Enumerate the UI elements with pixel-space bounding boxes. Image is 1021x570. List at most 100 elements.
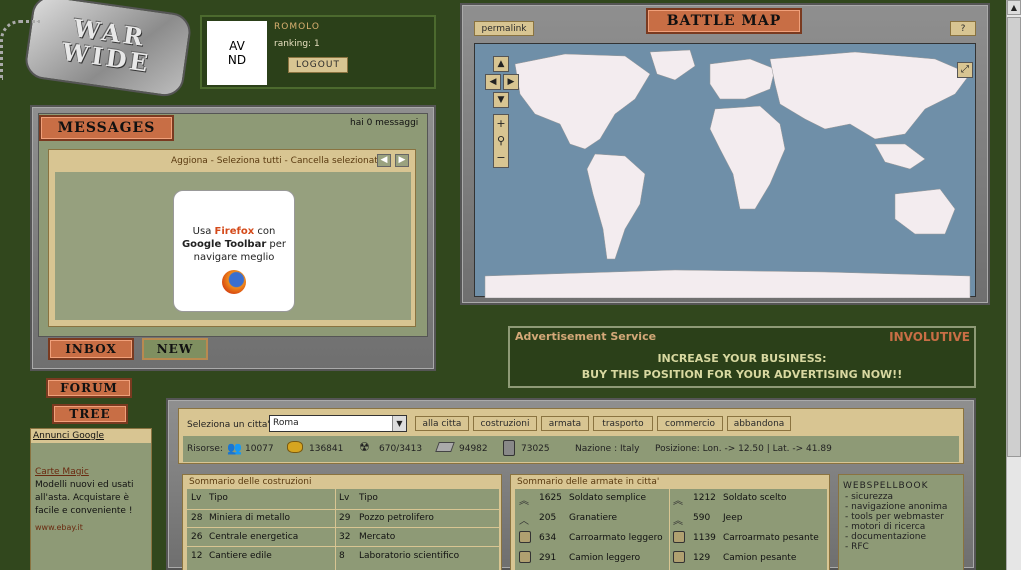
firefox-ad[interactable]: Usa Firefox con Google Toolbar per navig… [173, 190, 295, 312]
energy-icon: ☢ [359, 440, 370, 454]
select-all-link[interactable]: Seleziona tutti [217, 156, 282, 166]
city-button-armata[interactable]: armata [541, 416, 589, 431]
col-divider [669, 489, 670, 570]
resource-gold: 136841 [309, 444, 344, 454]
logout-button[interactable]: LOGOUT [288, 57, 348, 73]
webspell-link[interactable]: - navigazione anonima [845, 502, 947, 512]
battle-map-title: BATTLE MAP [646, 8, 802, 34]
city-button-alla-citta[interactable]: alla citta [415, 416, 469, 431]
army-count: 1212 [693, 493, 716, 503]
scroll-up-button[interactable]: ▲ [1007, 0, 1021, 15]
delete-selected-link[interactable]: Cancella selezionati [291, 156, 381, 166]
building-level: 28 [191, 513, 203, 523]
city-button-costruzioni[interactable]: costruzioni [473, 416, 537, 431]
building-level: 8 [339, 551, 345, 561]
ad-title-link[interactable]: Carte Magic [35, 467, 89, 477]
user-name: ROMOLO [274, 22, 320, 32]
inbox-button[interactable]: INBOX [48, 338, 134, 360]
pan-down-button[interactable]: ▼ [493, 92, 509, 108]
webspell-link[interactable]: - tools per webmaster [845, 512, 944, 522]
army-unit[interactable]: Jeep [723, 513, 742, 523]
google-ads: Annunci Google Carte Magic Modelli nuovi… [30, 428, 152, 570]
army-unit[interactable]: Carroarmato pesante [723, 533, 819, 543]
city-select-label: Seleziona un citta': [187, 420, 273, 430]
zoom-icon: ⚲ [496, 134, 506, 147]
permalink-button[interactable]: permalink [474, 21, 534, 36]
prev-page-button[interactable]: ◀ [377, 154, 391, 167]
forum-button[interactable]: FORUM [46, 378, 132, 398]
army-unit[interactable]: Camion leggero [569, 553, 640, 563]
ad-url[interactable]: www.ebay.it [35, 523, 83, 532]
building-level: 12 [191, 551, 203, 561]
webspell-link[interactable]: - motori di ricerca [845, 522, 925, 532]
continent-southeast-asia [874, 143, 926, 170]
building-type[interactable]: Laboratorio scientifico [359, 551, 459, 561]
resource-energy: 670/3413 [379, 444, 423, 454]
pan-left-button[interactable]: ◀ [485, 74, 501, 90]
resource-oil: 73025 [521, 444, 550, 454]
user-panel: AV ND ROMOLO ranking: 1 LOGOUT [200, 15, 436, 89]
army-unit[interactable]: Soldato scelto [723, 493, 787, 503]
refresh-link[interactable]: Aggiona [171, 156, 208, 166]
webspell-link[interactable]: - RFC [845, 542, 869, 552]
building-type[interactable]: Centrale energetica [209, 532, 298, 542]
scroll-thumb[interactable] [1007, 17, 1021, 457]
city-button-trasporto[interactable]: trasporto [593, 416, 653, 431]
buildings-header-tipo: Tipo [209, 493, 228, 503]
army-unit[interactable]: Soldato semplice [569, 493, 646, 503]
army-unit[interactable]: Carroarmato leggero [569, 533, 663, 543]
army-count: 205 [539, 513, 557, 523]
pan-right-button[interactable]: ▶ [503, 74, 519, 90]
rank-chevron-icon: ︽ [519, 496, 529, 507]
new-button[interactable]: NEW [142, 338, 208, 360]
resource-metal: 94982 [459, 444, 488, 454]
pan-up-button[interactable]: ▲ [493, 56, 509, 72]
help-button[interactable]: ? [950, 21, 976, 36]
ad-service-title: Advertisement Service [515, 330, 657, 343]
continent-asia [769, 51, 971, 140]
world-map[interactable]: ▲ ◀ ▶ ▼ + ⚲ − ⤢ [474, 43, 976, 299]
population-icon: 👥 [227, 441, 242, 455]
continent-north-america [514, 53, 651, 150]
buildings-header-tipo: Tipo [359, 493, 378, 503]
fullscreen-icon[interactable]: ⤢ [957, 62, 973, 78]
building-type[interactable]: Pozzo petrolifero [359, 513, 434, 523]
avatar-line2: ND [227, 53, 247, 67]
ad-text: Usa [192, 226, 215, 237]
zoom-out-button[interactable]: − [494, 149, 508, 166]
oil-barrel-icon [503, 440, 515, 456]
tree-button[interactable]: TREE [52, 404, 128, 424]
continent-south-america [586, 153, 646, 260]
zoom-in-button[interactable]: + [494, 115, 508, 132]
rank-badge-icon [673, 551, 685, 563]
next-page-button[interactable]: ▶ [395, 154, 409, 167]
building-type[interactable]: Cantiere edile [209, 551, 272, 561]
city-panel: Seleziona un citta': Roma ▼ alla citta c… [166, 398, 976, 570]
ad-service[interactable]: Advertisement Service INVOLUTIVE INCREAS… [508, 326, 976, 388]
army-unit[interactable]: Granatiere [569, 513, 617, 523]
building-type[interactable]: Miniera di metallo [209, 513, 290, 523]
army-unit[interactable]: Camion pesante [723, 553, 796, 563]
webspell-link[interactable]: - sicurezza [845, 492, 893, 502]
city-select-value: Roma [273, 418, 299, 428]
city-button-commercio[interactable]: commercio [657, 416, 723, 431]
continent-africa [709, 105, 786, 210]
city-select[interactable]: Roma ▼ [269, 415, 407, 432]
google-ads-header[interactable]: Annunci Google [33, 431, 104, 441]
continent-australia [894, 188, 956, 235]
sep: - [281, 156, 291, 166]
webspell-link[interactable]: - documentazione [845, 532, 926, 542]
logo: WAR WIDE [22, 0, 194, 99]
ad-body: Modelli nuovi ed usati all'asta. Acquist… [35, 480, 134, 516]
zoom-control: + ⚲ − [493, 114, 509, 168]
city-button-abbandona[interactable]: abbandona [727, 416, 791, 431]
building-type[interactable]: Mercato [359, 532, 395, 542]
buildings-summary: Sommario delle costruzioni Lv Tipo Lv Ti… [182, 474, 502, 570]
metal-icon [435, 442, 455, 452]
col-divider [335, 489, 336, 570]
building-level: 32 [339, 532, 351, 542]
army-count: 1625 [539, 493, 562, 503]
vertical-scrollbar[interactable]: ▲ [1006, 0, 1021, 570]
nation: Nazione : Italy [575, 444, 640, 454]
city-controls: Seleziona un citta': Roma ▼ alla citta c… [178, 408, 964, 464]
